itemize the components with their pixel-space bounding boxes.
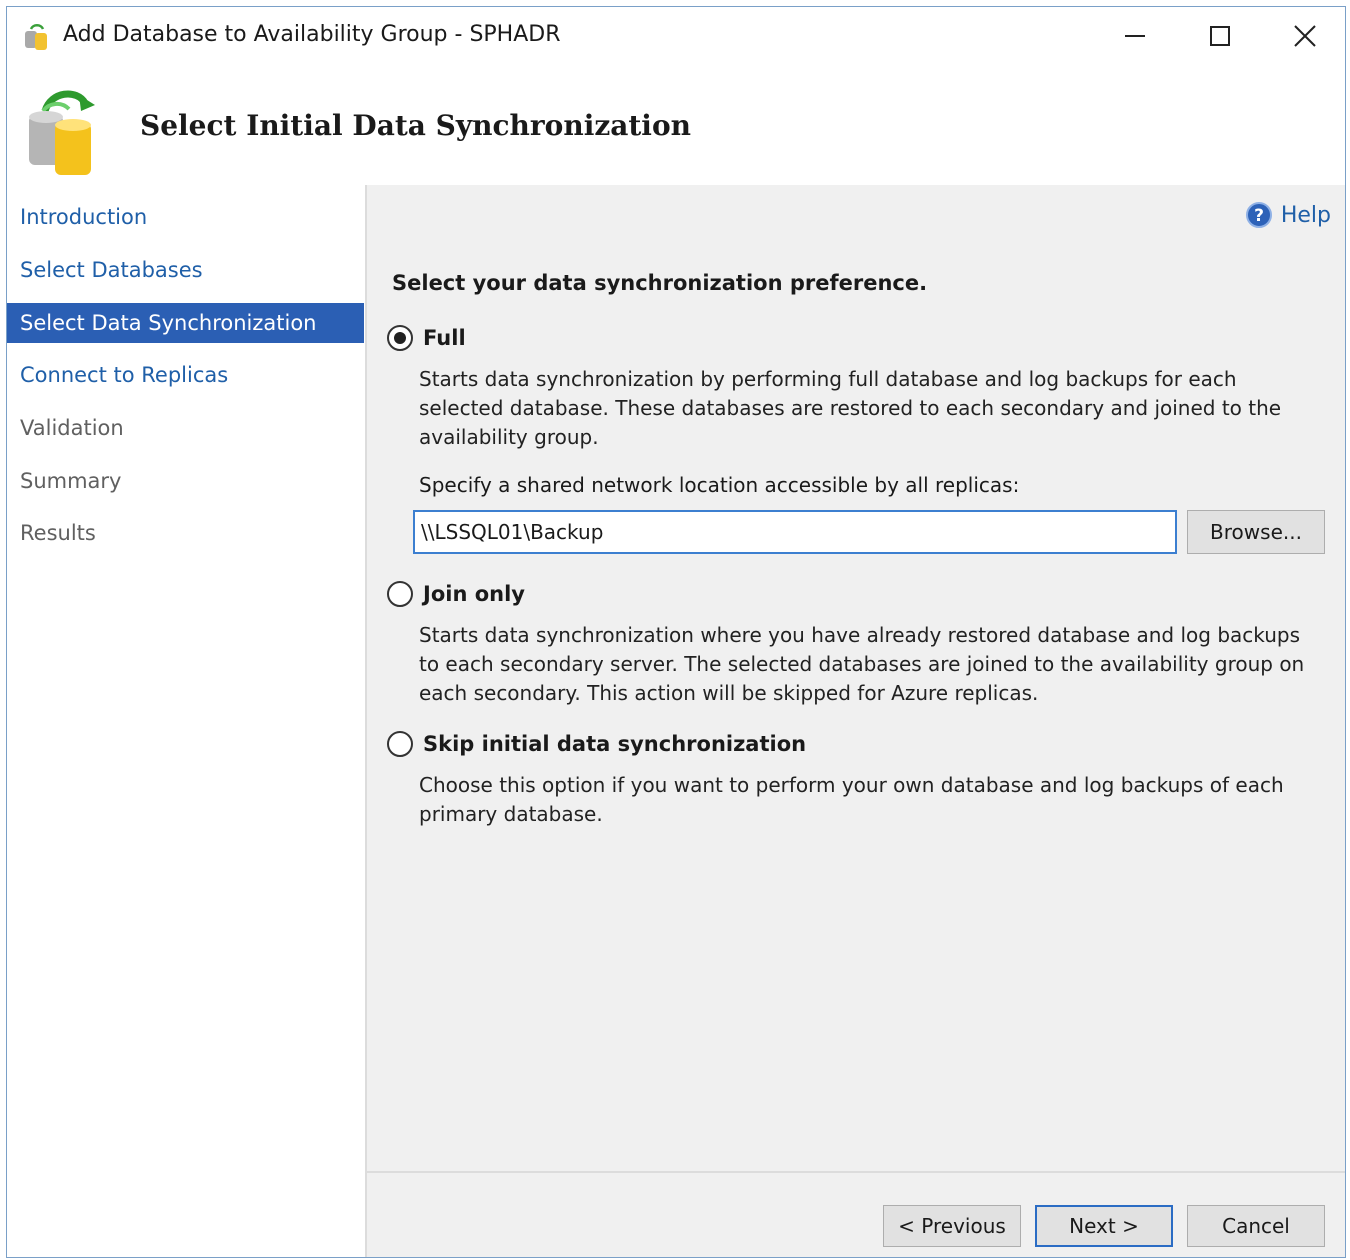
sidebar-item-summary: Summary (20, 469, 122, 493)
option-join-only-label[interactable]: Join only (423, 582, 525, 606)
maximize-button[interactable] (1177, 7, 1263, 65)
option-full-label[interactable]: Full (423, 326, 466, 350)
sidebar-item-select-databases[interactable]: Select Databases (7, 250, 364, 290)
maximize-icon (1210, 26, 1230, 46)
cancel-button[interactable]: Cancel (1187, 1205, 1325, 1247)
radio-selected-dot (394, 332, 406, 344)
close-icon (1294, 25, 1316, 47)
network-location-input[interactable] (413, 510, 1177, 554)
page-title: Select Initial Data Synchronization (140, 109, 691, 142)
help-link[interactable]: ? Help (1245, 201, 1331, 229)
database-sync-icon (29, 90, 95, 175)
option-full-description: Starts data synchronization by performin… (419, 367, 1282, 449)
sidebar-item-results: Results (20, 521, 96, 545)
browse-button[interactable]: Browse... (1187, 510, 1325, 554)
option-skip-row[interactable]: Skip initial data synchronization (387, 731, 806, 757)
option-full-row[interactable]: Full (387, 325, 466, 351)
option-join-only-description: Starts data synchronization where you ha… (419, 623, 1305, 705)
wizard-window: Add Database to Availability Group - SPH… (6, 6, 1346, 1258)
page-header: Select Initial Data Synchronization (7, 67, 1345, 185)
footer-bar: < Previous Next > Cancel (367, 1173, 1345, 1257)
sidebar-item-connect-to-replicas[interactable]: Connect to Replicas (7, 355, 364, 395)
radio-skip[interactable] (387, 731, 413, 757)
previous-button[interactable]: < Previous (883, 1205, 1021, 1247)
svg-text:?: ? (1254, 206, 1264, 226)
option-skip-label[interactable]: Skip initial data synchronization (423, 732, 806, 756)
minimize-icon (1125, 35, 1145, 37)
window-title: Add Database to Availability Group - SPH… (63, 22, 561, 47)
help-icon: ? (1245, 202, 1272, 228)
preference-heading: Select your data synchronization prefere… (392, 271, 928, 295)
help-label[interactable]: Help (1281, 203, 1331, 228)
network-location-label: Specify a shared network location access… (419, 473, 1020, 497)
close-button[interactable] (1262, 7, 1345, 65)
sidebar-item-introduction[interactable]: Introduction (7, 197, 364, 237)
option-skip-description: Choose this option if you want to perfor… (419, 773, 1284, 826)
wizard-steps-sidebar: Introduction Select Databases Select Dat… (7, 185, 365, 1257)
option-join-only-row[interactable]: Join only (387, 581, 525, 607)
radio-full[interactable] (387, 325, 413, 351)
sidebar-item-validation: Validation (20, 416, 124, 440)
next-button[interactable]: Next > (1035, 1205, 1173, 1247)
minimize-button[interactable] (1092, 7, 1178, 65)
title-bar: Add Database to Availability Group - SPH… (7, 7, 1345, 67)
database-wizard-icon (25, 24, 47, 50)
main-panel: ? Help Select your data synchronization … (367, 185, 1345, 1171)
sidebar-item-select-data-synchronization[interactable]: Select Data Synchronization (7, 303, 364, 343)
radio-join-only[interactable] (387, 581, 413, 607)
